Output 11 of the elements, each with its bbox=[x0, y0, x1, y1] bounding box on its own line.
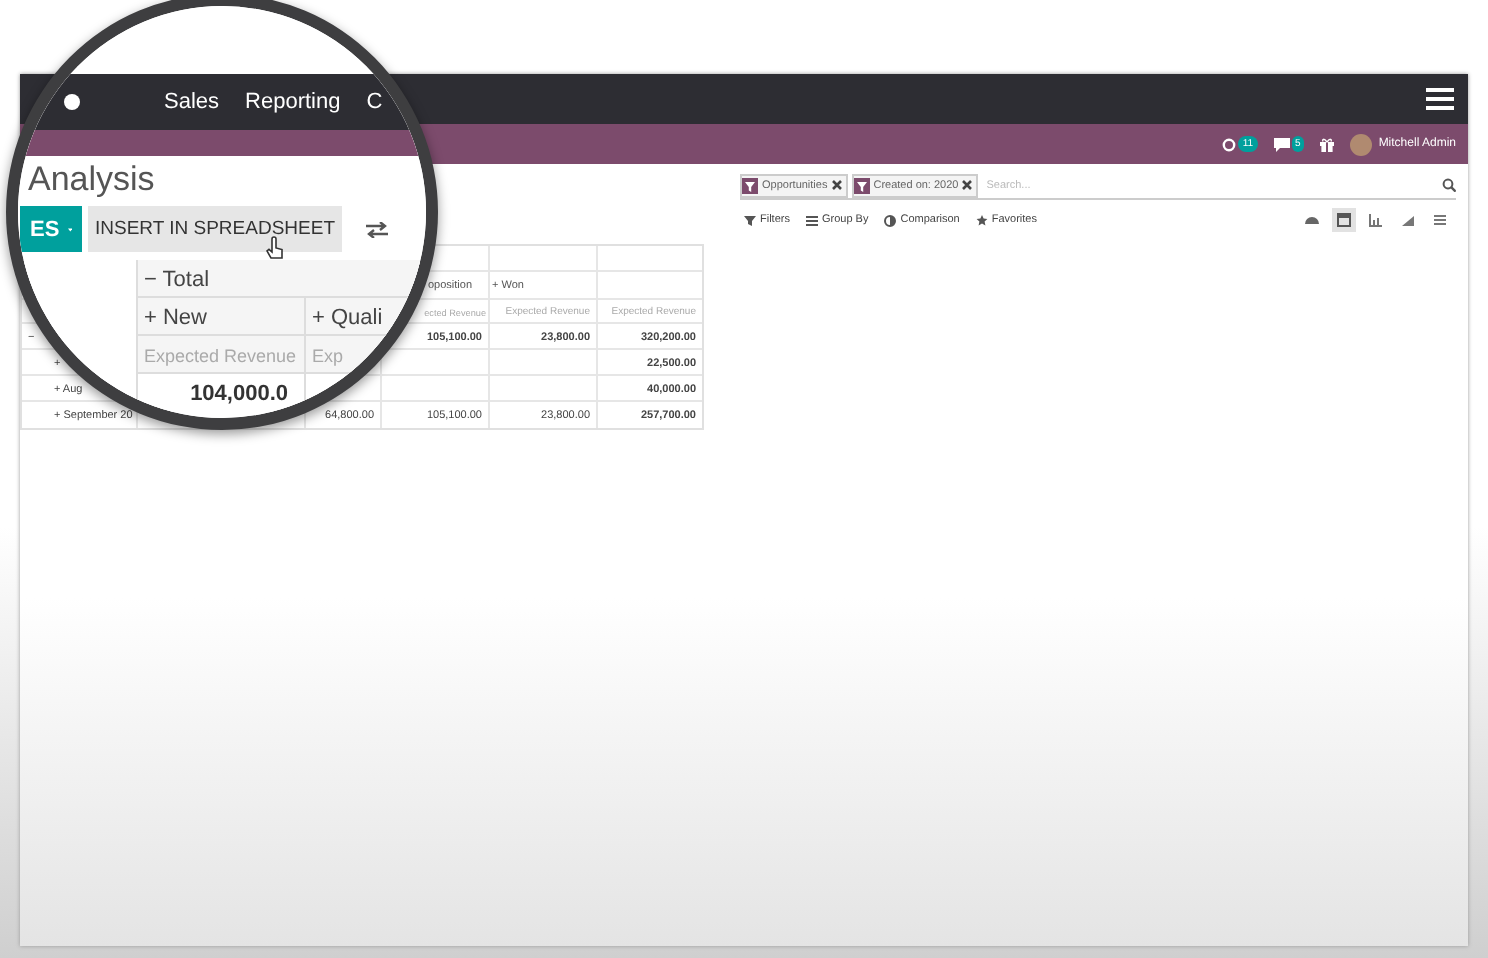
menu-item[interactable]: C bbox=[366, 90, 383, 114]
menu-item[interactable]: Sales bbox=[164, 90, 220, 114]
column-header[interactable]: − Total bbox=[144, 267, 210, 291]
menu-item[interactable]: Reporting bbox=[245, 90, 341, 114]
column-header[interactable]: + New bbox=[144, 305, 207, 329]
column-header[interactable]: + Quali bbox=[312, 305, 383, 329]
page-title: Analysis bbox=[28, 160, 157, 200]
table-cell: 104,000.0 bbox=[190, 381, 288, 405]
measure-header: Expected Revenue bbox=[144, 345, 297, 365]
insert-button[interactable]: INSERT IN SPREADSHEET bbox=[88, 206, 342, 252]
measure-header: Exp bbox=[312, 345, 344, 365]
